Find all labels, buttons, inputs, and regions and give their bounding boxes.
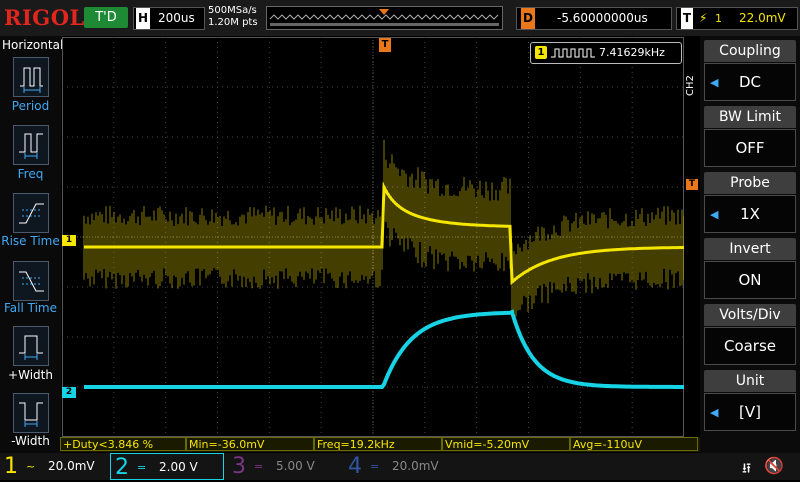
trigger-level: 22.0mV	[739, 11, 786, 25]
freq-button[interactable]	[13, 125, 49, 165]
frequency-counter[interactable]: 1 7.41629kHz	[530, 42, 682, 64]
horizontal-tag: H	[136, 8, 150, 29]
run-status-badge[interactable]: T'D	[84, 7, 128, 28]
dc-coupling-icon: =	[254, 460, 264, 473]
delay-value: -5.60000000us	[557, 11, 648, 25]
left-arrow-icon: ◀	[710, 76, 719, 89]
trigger-source: 1	[715, 12, 722, 25]
fall-time-label: Fall Time	[3, 301, 57, 315]
bw-limit-value[interactable]: OFF	[704, 129, 796, 167]
ch1-scale: 20.0mV	[48, 459, 95, 473]
positive-width-icon	[19, 335, 43, 360]
coupling-title: Coupling	[704, 40, 796, 62]
memory-waveform-preview	[269, 9, 499, 26]
ch3-scale: 5.00 V	[276, 459, 315, 473]
trigger-tag: T	[681, 8, 693, 29]
speaker-muted-icon[interactable]: 🔇	[764, 456, 784, 475]
rising-edge-icon: ⚡	[699, 11, 708, 25]
dc-coupling-icon: =	[137, 461, 147, 474]
left-arrow-icon: ◀	[710, 208, 719, 221]
ch2-status[interactable]: 2 = 2.00 V	[110, 453, 224, 480]
ch1-offset-marker[interactable]: 1	[62, 235, 76, 246]
counter-channel: 1	[535, 46, 547, 59]
measurement-freq[interactable]: Freq=19.2kHz	[314, 437, 442, 451]
ch2-scale: 2.00 V	[159, 460, 198, 474]
invert-title: Invert	[704, 238, 796, 260]
unit-title: Unit	[704, 370, 796, 392]
trigger-level-marker[interactable]: T	[686, 179, 698, 190]
ch2-trace	[84, 309, 684, 389]
ch1-status[interactable]: 1 ~ 20.0mV	[0, 453, 108, 480]
fall-time-button[interactable]	[13, 261, 49, 301]
positive-width-button[interactable]	[13, 326, 49, 366]
ch4-scale: 20.0mV	[392, 459, 439, 473]
delay-display[interactable]: D -5.60000000us	[516, 7, 672, 30]
dc-coupling-icon: =	[370, 460, 380, 473]
ch3-number: 3	[232, 454, 246, 479]
ch2-number: 2	[115, 455, 129, 480]
memory-depth: 1.20M pts	[208, 17, 258, 28]
timebase-value: 200us	[158, 11, 195, 25]
ac-coupling-icon: ~	[26, 460, 36, 473]
freq-label: Freq	[17, 167, 44, 181]
pulse-train-icon	[551, 48, 595, 58]
rigol-logo: RIGOL	[4, 5, 85, 30]
usb-icon: ⭿	[742, 461, 752, 477]
fall-time-icon	[19, 271, 44, 292]
probe-title: Probe	[704, 172, 796, 194]
trigger-position-marker[interactable]: T	[379, 38, 391, 52]
ch4-status[interactable]: 4 = 20.0mV	[344, 453, 456, 480]
sample-rate: 500MSa/s	[208, 5, 257, 16]
negative-width-label: -Width	[11, 434, 50, 448]
waveform-display[interactable]	[62, 37, 684, 437]
left-arrow-icon: ◀	[710, 406, 719, 419]
period-label: Period	[11, 99, 50, 113]
ch2-offset-marker[interactable]: 2	[62, 387, 76, 398]
panel-title: Horizontal	[2, 38, 64, 52]
bw-limit-title: BW Limit	[704, 106, 796, 128]
trigger-display[interactable]: T ⚡ 1 22.0mV	[676, 7, 798, 30]
counter-value: 7.41629kHz	[599, 46, 665, 59]
timebase-display[interactable]: H 200us	[133, 7, 205, 30]
volts-div-title: Volts/Div	[704, 304, 796, 326]
ch1-number: 1	[4, 454, 18, 479]
positive-width-label: +Width	[8, 368, 53, 382]
delay-tag: D	[521, 8, 535, 29]
period-icon	[20, 67, 43, 93]
freq-icon	[19, 133, 43, 159]
volts-div-value[interactable]: Coarse	[704, 327, 796, 365]
rise-time-button[interactable]	[13, 193, 49, 233]
ch3-status[interactable]: 3 = 5.00 V	[228, 453, 340, 480]
rise-time-label: Rise Time	[1, 234, 60, 248]
measurement-min[interactable]: Min=-36.0mV	[186, 437, 314, 451]
memory-position-bar[interactable]	[266, 6, 503, 30]
graticule	[62, 37, 684, 437]
invert-value[interactable]: ON	[704, 261, 796, 299]
measurement-avg[interactable]: Avg=-110uV	[570, 437, 698, 451]
negative-width-button[interactable]	[13, 393, 49, 433]
acquisition-info: 500MSa/s 1.20M pts	[208, 5, 258, 29]
measurement-duty[interactable]: +Duty<3.846 %	[60, 437, 186, 451]
negative-width-icon	[19, 402, 43, 427]
period-button[interactable]	[13, 57, 49, 97]
measurement-vmid[interactable]: Vmid=-5.20mV	[442, 437, 570, 451]
rise-time-icon	[19, 203, 44, 224]
ch4-number: 4	[348, 454, 362, 479]
menu-channel-tag: CH2	[685, 75, 696, 96]
